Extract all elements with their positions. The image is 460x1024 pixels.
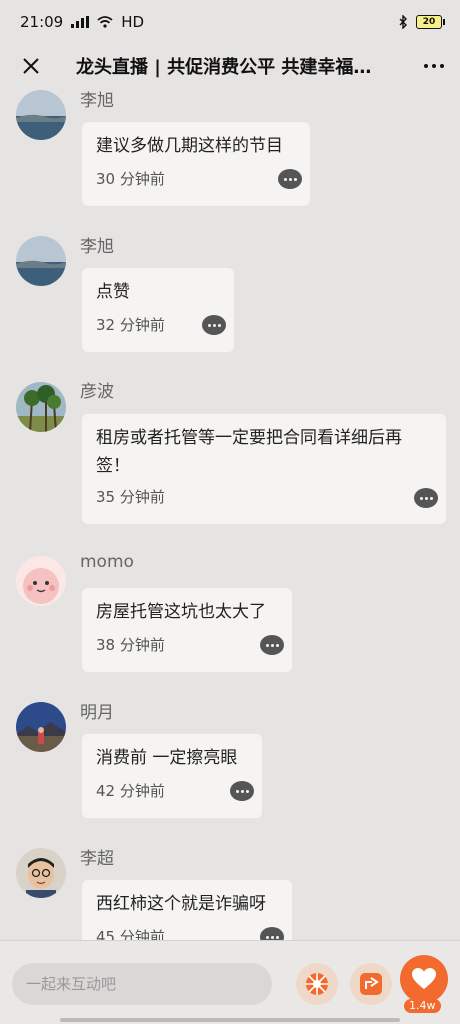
comment-username: 明月 <box>80 703 114 723</box>
reply-icon[interactable] <box>202 315 226 335</box>
network-label: HD <box>121 13 145 31</box>
comment-bubble[interactable]: 消费前 一定擦亮眼 42 分钟前 <box>82 734 262 818</box>
wheel-icon <box>306 973 328 995</box>
battery-icon: 20 <box>416 15 445 29</box>
comment-username: 李超 <box>80 849 114 869</box>
comment-time: 45 分钟前 <box>96 928 165 940</box>
comment-bubble[interactable]: 租房或者托管等一定要把合同看详细后再签！ 35 分钟前 <box>82 414 446 524</box>
reply-icon[interactable] <box>260 635 284 655</box>
comment-username: 李旭 <box>80 237 114 257</box>
comment-bubble[interactable]: 房屋托管这坑也太大了 38 分钟前 <box>82 588 292 672</box>
heart-icon <box>412 968 436 989</box>
comment-list[interactable]: 李旭 建议多做几期这样的节目 30 分钟前 李旭 点赞 32 分钟前 彦波 租房… <box>0 88 460 940</box>
comment-username: 李旭 <box>80 91 114 111</box>
comment-text: 消费前 一定擦亮眼 <box>96 748 238 768</box>
close-button[interactable] <box>16 51 46 81</box>
comment-time: 38 分钟前 <box>96 636 165 654</box>
comment-time: 42 分钟前 <box>96 782 165 800</box>
more-button[interactable] <box>408 51 444 81</box>
reply-icon[interactable] <box>278 169 302 189</box>
comment-bubble[interactable]: 西红柿这个就是诈骗呀 45 分钟前 <box>82 880 292 940</box>
status-time: 21:09 <box>20 13 64 31</box>
close-icon <box>23 58 39 74</box>
comment-username: momo <box>80 552 134 572</box>
comment-time: 30 分钟前 <box>96 170 165 188</box>
wifi-icon <box>97 16 113 28</box>
status-bar: 21:09 HD 20 <box>0 0 460 44</box>
signal-icon <box>71 16 90 28</box>
comment-input[interactable] <box>12 963 272 1005</box>
header: 龙头直播 | 共促消费公平 共建幸福… <box>0 44 460 88</box>
avatar[interactable] <box>16 382 66 432</box>
comment-text: 房屋托管这坑也太大了 <box>96 602 266 622</box>
like-button[interactable] <box>400 955 448 1003</box>
reply-icon[interactable] <box>260 927 284 940</box>
comment-text: 租房或者托管等一定要把合同看详细后再签！ <box>96 428 402 476</box>
comment-bubble[interactable]: 点赞 32 分钟前 <box>82 268 234 352</box>
comment-username: 彦波 <box>80 382 114 402</box>
comment-time: 35 分钟前 <box>96 488 165 506</box>
reply-icon[interactable] <box>414 488 438 508</box>
reply-icon[interactable] <box>230 781 254 801</box>
comment-text: 点赞 <box>96 282 130 302</box>
more-icon <box>424 64 428 68</box>
comment-text: 西红柿这个就是诈骗呀 <box>96 894 266 914</box>
avatar[interactable] <box>16 556 66 606</box>
avatar[interactable] <box>16 702 66 752</box>
bluetooth-icon <box>399 15 407 29</box>
gift-wheel-button[interactable] <box>296 963 338 1005</box>
comment-bubble[interactable]: 建议多做几期这样的节目 30 分钟前 <box>82 122 310 206</box>
avatar[interactable] <box>16 236 66 286</box>
page-title: 龙头直播 | 共促消费公平 共建幸福… <box>76 57 372 78</box>
like-count: 1.4w <box>404 999 441 1013</box>
share-button[interactable] <box>350 963 392 1005</box>
home-indicator <box>60 1018 400 1022</box>
bottom-bar: 1.4w <box>0 940 460 1024</box>
avatar[interactable] <box>16 848 66 898</box>
share-icon <box>360 973 382 995</box>
comment-text: 建议多做几期这样的节目 <box>96 136 283 156</box>
avatar[interactable] <box>16 90 66 140</box>
